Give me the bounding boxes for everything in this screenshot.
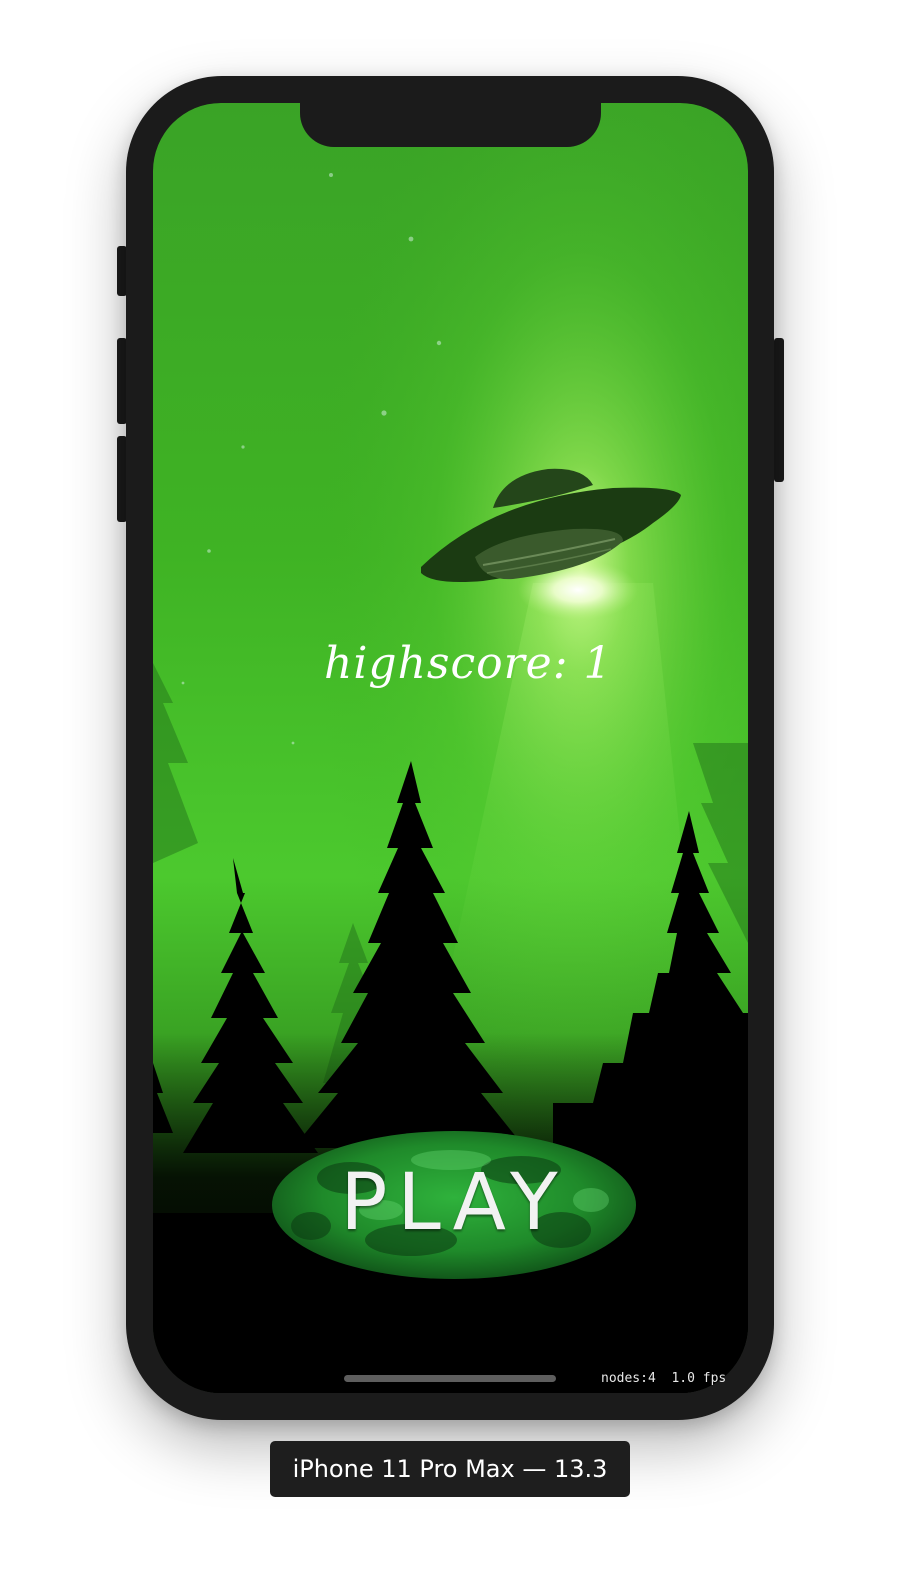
sprite-kit-debug-stats: nodes:4 1.0 fps — [601, 1371, 727, 1386]
simulator-window: highscore: 1 PLAY nodes:4 1.0 fps iPhone… — [0, 0, 914, 1592]
display-notch — [300, 103, 601, 147]
power-button — [774, 338, 784, 482]
play-label: PLAY — [340, 1158, 568, 1248]
home-indicator[interactable] — [344, 1375, 556, 1382]
highscore-label: highscore: 1 — [324, 638, 613, 689]
play-button[interactable]: PLAY — [271, 1130, 637, 1280]
device-label: iPhone 11 Pro Max — 13.3 — [270, 1441, 630, 1497]
